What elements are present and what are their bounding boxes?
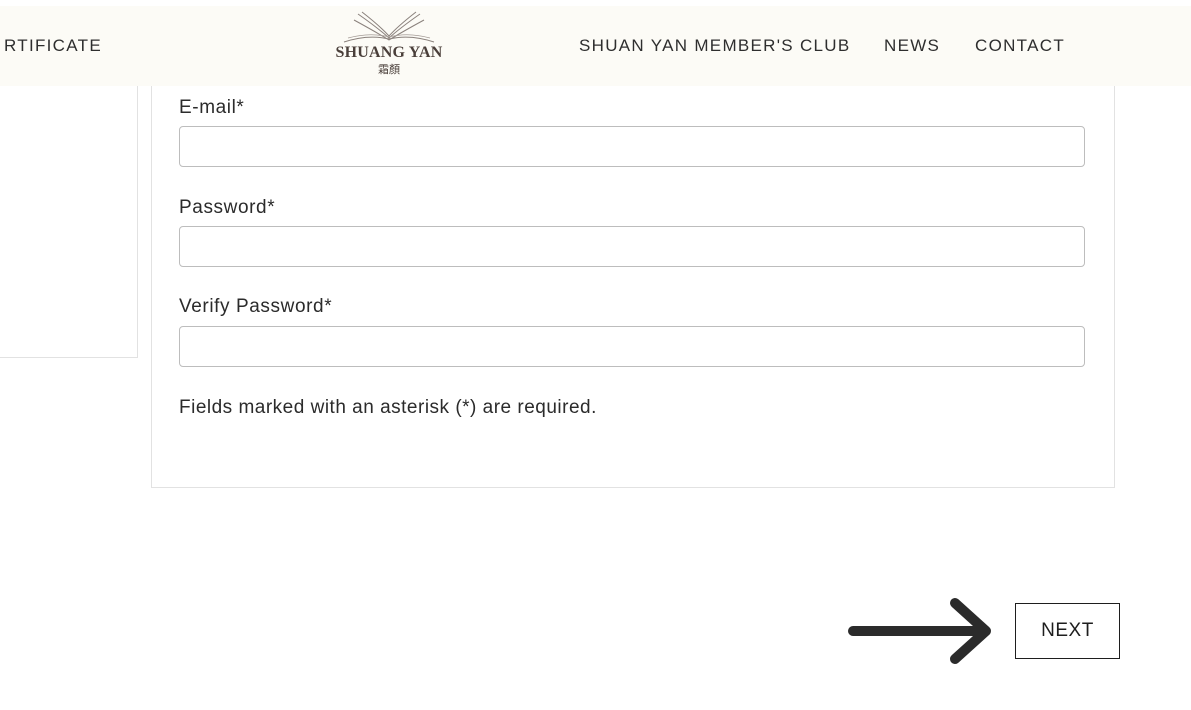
nav-link-members-club[interactable]: SHUAN YAN MEMBER'S CLUB	[579, 36, 851, 56]
required-fields-note: Fields marked with an asterisk (*) are r…	[179, 397, 597, 418]
password-label: Password*	[179, 197, 276, 218]
email-field[interactable]	[179, 126, 1085, 167]
nav-link-certificate[interactable]: RTIFICATE	[4, 36, 102, 56]
verify-password-field[interactable]	[179, 326, 1085, 367]
email-label: E-mail*	[179, 97, 245, 118]
logo-subtitle: 霜顏	[378, 63, 400, 76]
left-panel	[0, 86, 138, 358]
nav-link-contact[interactable]: CONTACT	[975, 36, 1065, 56]
arrow-right-icon	[845, 594, 997, 673]
password-field[interactable]	[179, 226, 1085, 267]
logo-mark-icon	[343, 11, 435, 43]
site-logo[interactable]: SHUANG YAN 霜顏	[328, 8, 450, 84]
verify-password-label: Verify Password*	[179, 296, 333, 317]
registration-form-panel: E-mail* Password* Verify Password* Field…	[151, 86, 1115, 488]
next-button[interactable]: NEXT	[1015, 603, 1120, 659]
logo-name: SHUANG YAN	[335, 44, 443, 61]
nav-link-news[interactable]: NEWS	[884, 36, 940, 56]
site-header: RTIFICATE SHUANG YAN 霜顏 SHUAN YAN MEMBER…	[0, 6, 1191, 86]
